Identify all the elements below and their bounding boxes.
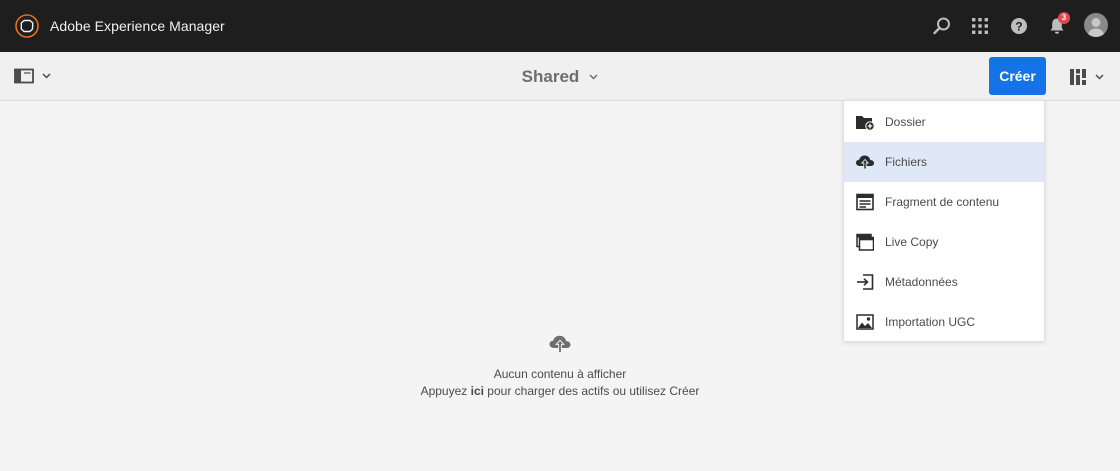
menu-item-label: Dossier bbox=[885, 115, 926, 129]
content-fragment-icon bbox=[855, 192, 875, 212]
empty-state-message: Aucun contenu à afficher bbox=[493, 367, 627, 381]
action-bar: Shared Créer bbox=[0, 52, 1120, 101]
upload-cloud-icon bbox=[855, 152, 875, 172]
hint-suffix: pour charger des actifs ou utilisez Crée… bbox=[483, 384, 700, 398]
location-switcher[interactable]: Shared bbox=[522, 67, 599, 87]
menu-item-live-copy[interactable]: Live Copy bbox=[844, 222, 1044, 262]
adobe-experience-manager-logo-icon bbox=[15, 14, 39, 38]
notification-count-badge: 3 bbox=[1058, 12, 1070, 24]
chevron-down-icon bbox=[42, 73, 51, 79]
create-button[interactable]: Créer bbox=[989, 57, 1046, 95]
menu-item-fichiers[interactable]: Fichiers bbox=[844, 142, 1044, 182]
apps-grid-icon[interactable] bbox=[968, 14, 992, 38]
empty-state: Aucun contenu à afficher Appuyez ici pou… bbox=[0, 334, 1120, 400]
global-header: Adobe Experience Manager ? 3 bbox=[0, 0, 1120, 52]
title-area: Shared bbox=[0, 52, 1120, 101]
upload-cloud-icon[interactable] bbox=[548, 334, 572, 359]
view-switcher[interactable] bbox=[1069, 68, 1104, 86]
brand[interactable]: Adobe Experience Manager bbox=[15, 14, 225, 38]
live-copy-icon bbox=[855, 232, 875, 252]
search-icon[interactable] bbox=[930, 14, 954, 38]
chevron-down-icon bbox=[1095, 74, 1104, 80]
svg-text:?: ? bbox=[1015, 19, 1022, 33]
user-avatar[interactable] bbox=[1084, 13, 1108, 37]
empty-state-hint: Appuyez ici pour charger des actifs ou u… bbox=[0, 383, 1120, 400]
page-title: Shared bbox=[521, 66, 580, 86]
create-menu: Dossier Fichiers Fragment de contenu Liv… bbox=[843, 100, 1045, 342]
menu-item-label: Live Copy bbox=[885, 235, 939, 249]
upload-here-link[interactable]: ici bbox=[471, 384, 484, 398]
help-icon[interactable]: ? bbox=[1007, 14, 1031, 38]
menu-item-label: Importation UGC bbox=[885, 315, 976, 329]
rail-toggle-button[interactable] bbox=[14, 66, 51, 86]
menu-item-label: Métadonnées bbox=[885, 275, 958, 289]
chevron-down-icon bbox=[589, 73, 598, 80]
menu-item-metadonnees[interactable]: Métadonnées bbox=[844, 262, 1044, 302]
metadata-import-icon bbox=[855, 272, 875, 292]
menu-item-label: Fragment de contenu bbox=[885, 195, 1000, 209]
folder-add-icon bbox=[855, 112, 875, 132]
menu-item-fragment-de-contenu[interactable]: Fragment de contenu bbox=[844, 182, 1044, 222]
app-title: Adobe Experience Manager bbox=[50, 18, 225, 34]
card-view-icon bbox=[1070, 69, 1086, 85]
menu-item-label: Fichiers bbox=[885, 155, 928, 169]
hint-prefix: Appuyez bbox=[420, 384, 471, 398]
rail-toggle-icon bbox=[14, 68, 34, 84]
ugc-import-icon bbox=[855, 312, 875, 332]
menu-item-dossier[interactable]: Dossier bbox=[844, 102, 1044, 142]
bell-icon[interactable]: 3 bbox=[1045, 12, 1070, 38]
